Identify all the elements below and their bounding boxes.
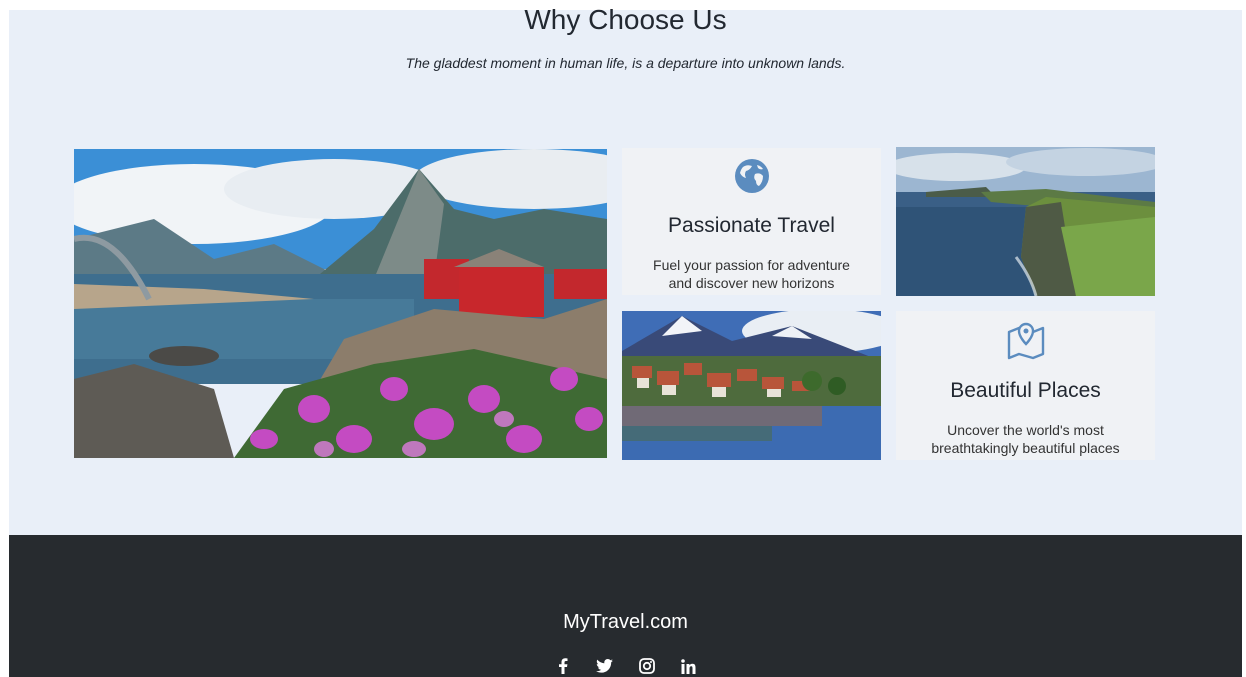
facebook-icon[interactable] bbox=[554, 657, 572, 675]
lofoten-red-house-photo bbox=[74, 149, 607, 458]
instagram-icon[interactable] bbox=[638, 657, 656, 675]
section-subtitle: The gladdest moment in human life, is a … bbox=[405, 55, 846, 71]
cliffs-photo bbox=[896, 147, 1155, 296]
section-title: Why Choose Us bbox=[524, 4, 727, 35]
lakeside-village-photo bbox=[622, 311, 881, 460]
card-text: Uncover the world's most breathtakingly … bbox=[931, 422, 1120, 456]
social-links bbox=[9, 657, 1242, 675]
card-text: Fuel your passion for adventure and disc… bbox=[653, 257, 850, 291]
linkedin-icon[interactable] bbox=[680, 657, 698, 675]
feature-card-beautiful-places: Beautiful Places Uncover the world's mos… bbox=[896, 311, 1155, 460]
map-pin-icon bbox=[896, 318, 1155, 360]
globe-icon bbox=[622, 157, 881, 195]
card-title: Beautiful Places bbox=[950, 379, 1101, 402]
card-title: Passionate Travel bbox=[668, 214, 835, 237]
feature-card-passionate-travel: Passionate Travel Fuel your passion for … bbox=[622, 148, 881, 295]
footer-brand[interactable]: MyTravel.com bbox=[9, 611, 1242, 634]
twitter-icon[interactable] bbox=[596, 657, 614, 675]
footer: MyTravel.com bbox=[9, 535, 1242, 677]
